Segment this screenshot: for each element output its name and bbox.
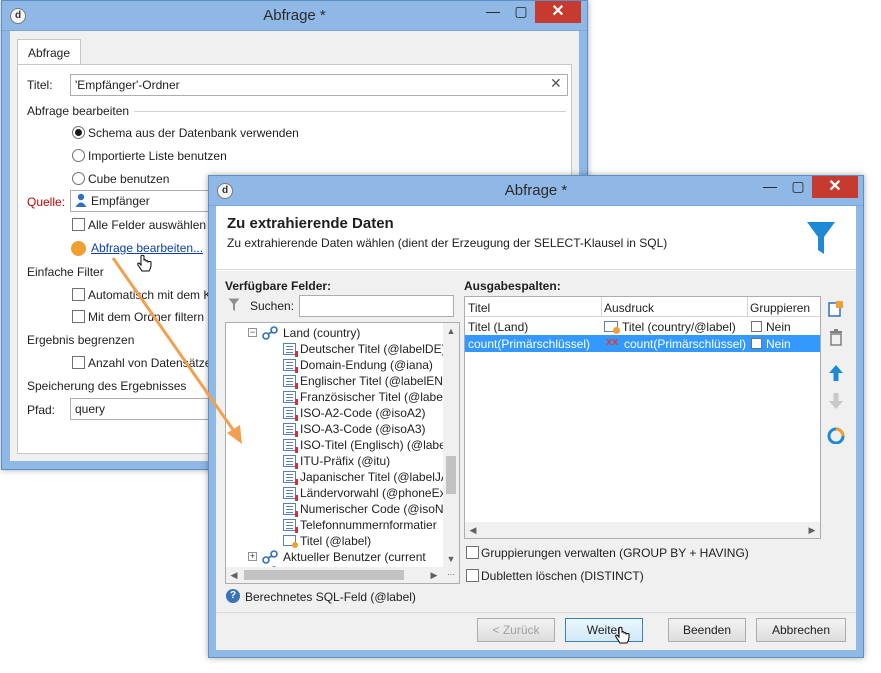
drag-arrow-icon <box>111 257 242 444</box>
hand-cursor-icon <box>614 626 632 646</box>
hand-cursor-icon <box>136 254 154 274</box>
